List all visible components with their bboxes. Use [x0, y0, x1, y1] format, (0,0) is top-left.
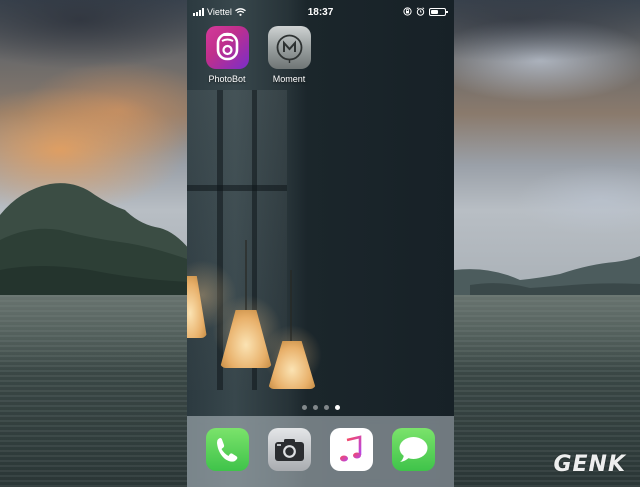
page-dot[interactable] [323, 405, 329, 410]
lamp-wire [290, 270, 292, 342]
app-moment[interactable]: Moment [265, 26, 313, 84]
status-right [403, 7, 448, 16]
phone-icon[interactable] [206, 428, 249, 471]
app-label-photobot: PhotoBot [208, 74, 246, 84]
page-dot[interactable] [301, 405, 307, 410]
status-bar: Viettel 18:37 [187, 0, 454, 24]
alarm-icon [416, 7, 425, 16]
photobot-icon[interactable] [205, 26, 249, 69]
battery-icon [429, 7, 448, 16]
app-label-moment: Moment [272, 74, 306, 84]
genk-watermark: GENK [553, 452, 626, 477]
window-frame [187, 185, 287, 191]
page-indicator[interactable] [187, 405, 454, 410]
page-dot[interactable] [312, 405, 318, 410]
battery-level [431, 9, 439, 14]
messages-icon[interactable] [392, 428, 435, 471]
music-icon[interactable] [330, 428, 373, 471]
lamp-wire [245, 240, 247, 310]
app-photobot[interactable]: PhotoBot [203, 26, 251, 84]
rotation-lock-icon [403, 7, 412, 16]
camera-icon[interactable] [268, 428, 311, 471]
page-dot-current[interactable] [334, 405, 340, 410]
dock [187, 416, 454, 487]
phone-home-screen: Viettel 18:37 PhotoBot Moment [187, 0, 454, 487]
moment-icon[interactable] [267, 26, 311, 69]
